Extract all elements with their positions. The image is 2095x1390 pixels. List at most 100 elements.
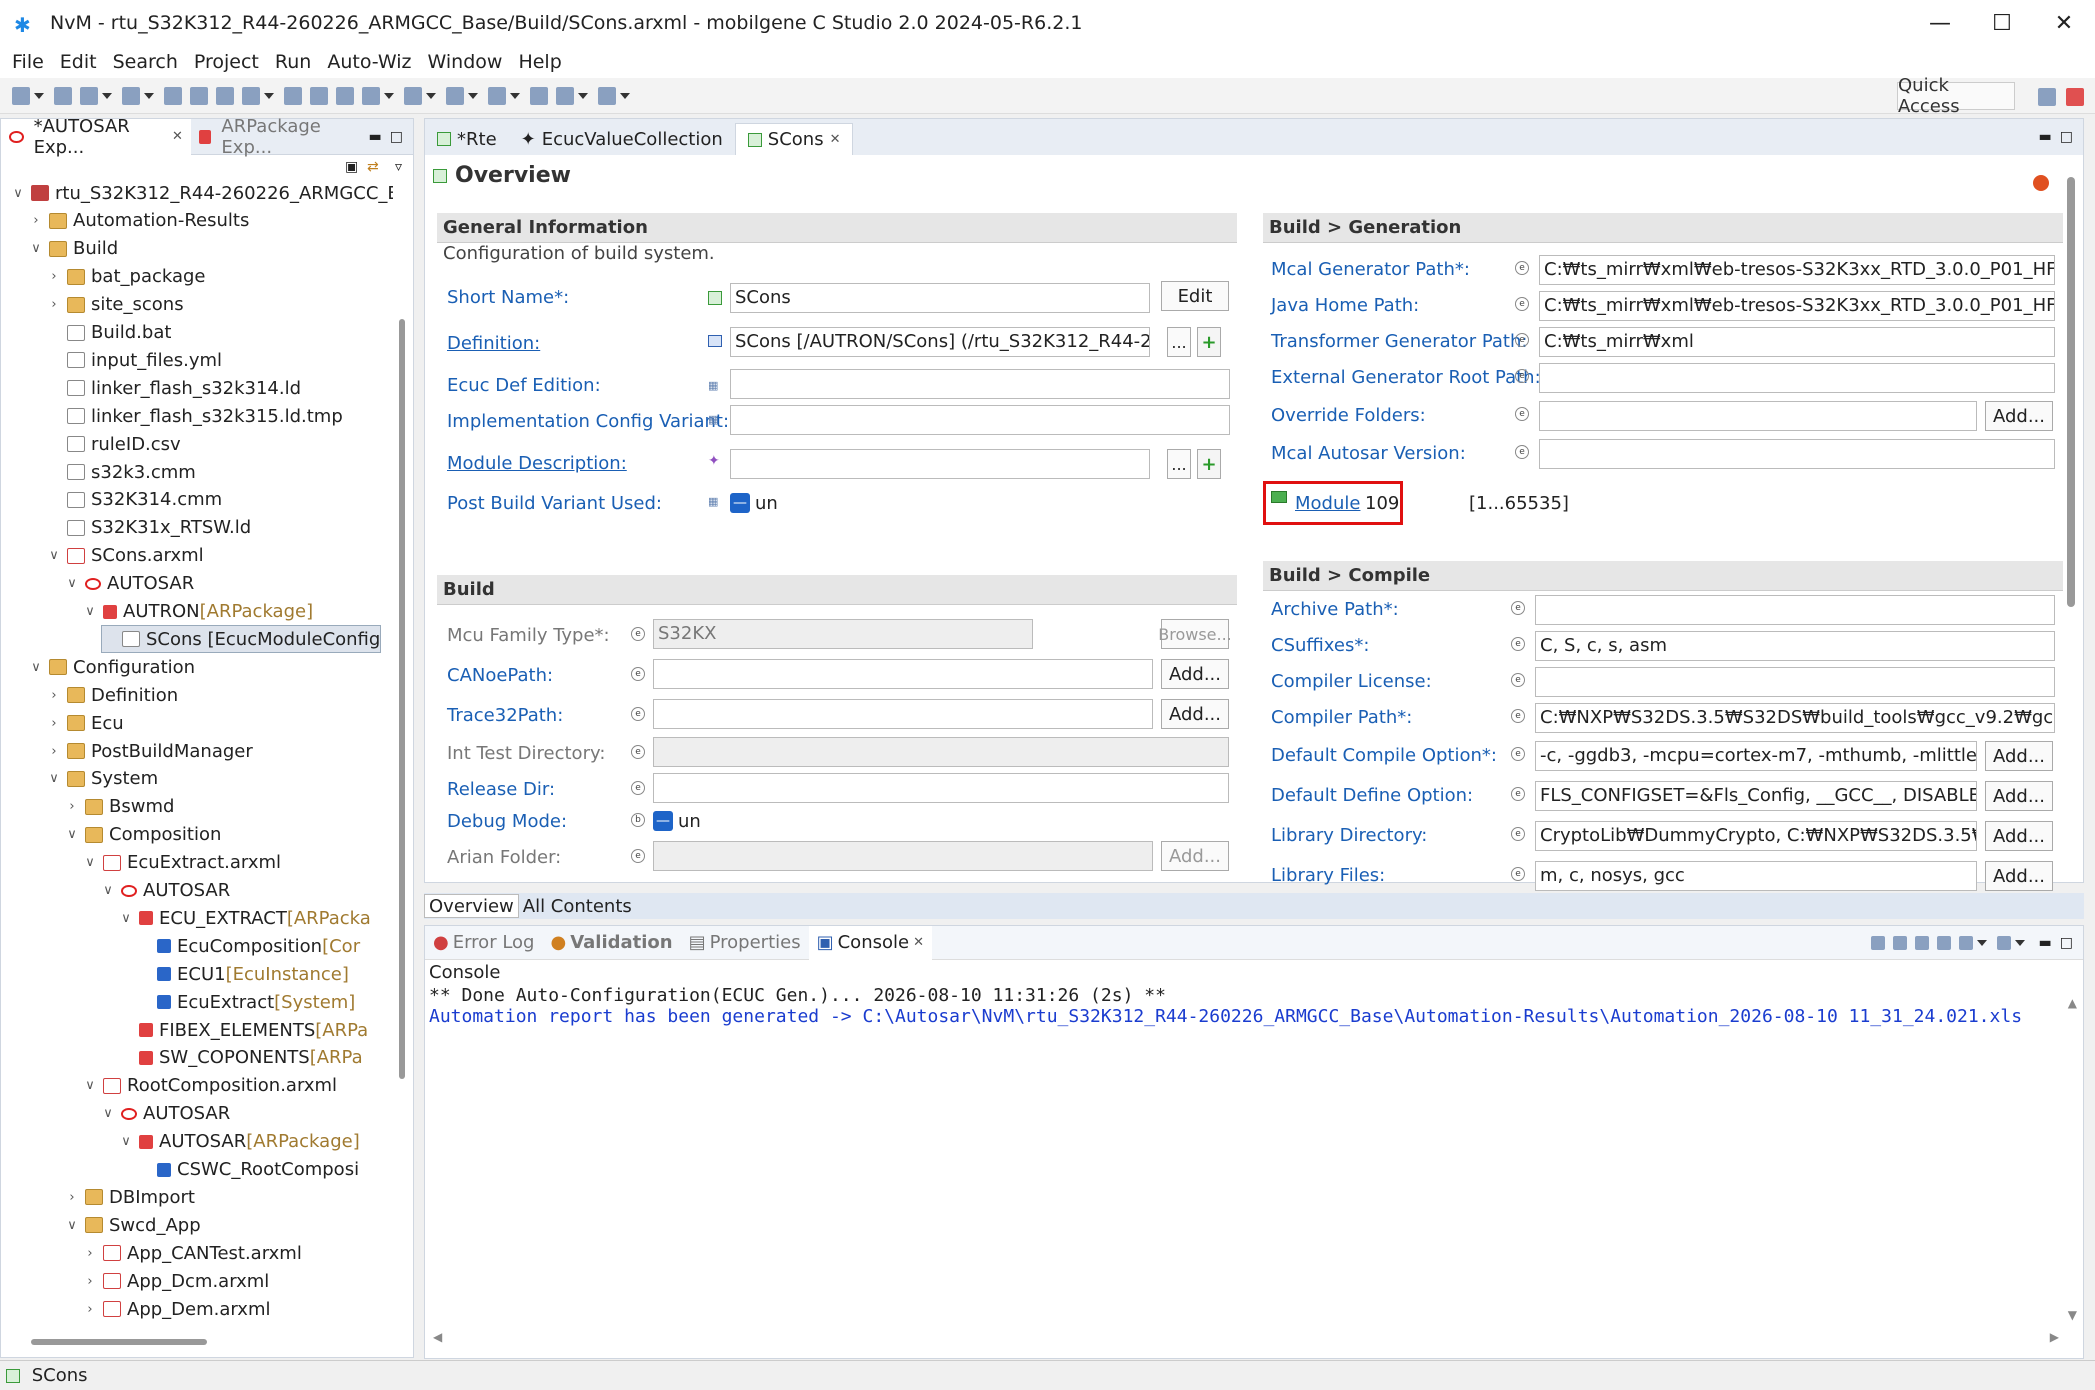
generation-field-input[interactable]: C:₩ts_mirr₩xml — [1539, 327, 2055, 357]
menu-edit[interactable]: Edit — [60, 51, 97, 73]
expanded-chevron-icon[interactable]: ∨ — [119, 911, 133, 926]
expanded-chevron-icon[interactable]: ∨ — [83, 1078, 97, 1093]
generation-field-input[interactable] — [1539, 439, 2055, 469]
trace32-path-field[interactable] — [653, 699, 1153, 729]
collapsed-chevron-icon[interactable]: › — [29, 213, 43, 228]
error-indicator-icon[interactable] — [2033, 175, 2049, 191]
tab-arpackage-explorer[interactable]: ARPackage Exp... — [191, 116, 369, 158]
collapsed-chevron-icon[interactable]: › — [47, 269, 61, 284]
panel-icon[interactable] — [310, 86, 328, 105]
wizard-icon[interactable] — [122, 86, 140, 105]
minimize-editor-icon[interactable]: ▬ — [2039, 129, 2052, 145]
open-console-dropdown-icon[interactable] — [2014, 939, 2025, 946]
collapsed-chevron-icon[interactable]: › — [47, 744, 61, 759]
collapsed-chevron-icon[interactable]: › — [83, 1246, 97, 1261]
tree-item[interactable]: ∨ RootComposition.arxml — [83, 1072, 337, 1100]
generate-icon[interactable] — [190, 86, 208, 105]
generation-field-input[interactable] — [1539, 401, 1977, 431]
back-icon[interactable] — [530, 86, 548, 105]
expanded-chevron-icon[interactable]: ∨ — [47, 771, 61, 786]
ecuc-def-edition-field[interactable] — [730, 369, 1230, 399]
tree-item[interactable]: SCons [EcucModuleConfig — [101, 625, 382, 654]
tree-vertical-scrollbar[interactable] — [399, 319, 405, 1079]
menu-file[interactable]: File — [12, 51, 44, 73]
pin-console-icon[interactable] — [1936, 935, 1951, 950]
mcu-browse-button[interactable]: Browse... — [1158, 619, 1232, 649]
expanded-chevron-icon[interactable]: ∨ — [29, 660, 43, 675]
collapsed-chevron-icon[interactable]: › — [65, 799, 79, 814]
build-dropdown-icon[interactable] — [102, 92, 112, 99]
tree-item[interactable]: › bat_package — [47, 263, 205, 291]
tab-all-contents[interactable]: All Contents — [519, 894, 636, 918]
tab-error-log[interactable]: ● Error Log — [425, 926, 542, 960]
autosar-perspective-icon[interactable] — [2066, 88, 2084, 106]
implementation-config-variant-select[interactable] — [730, 405, 1230, 435]
collapsed-chevron-icon[interactable]: › — [47, 688, 61, 703]
override-folders-add-button[interactable]: Add... — [1985, 401, 2053, 431]
tree-item[interactable]: ∨ AUTRON [ARPackage] — [83, 598, 313, 626]
tree-item[interactable]: s32k3.cmm — [47, 458, 196, 486]
quick-access-field[interactable]: Quick Access — [1897, 75, 2015, 117]
forward-icon[interactable] — [598, 86, 616, 105]
tree-item[interactable]: FIBEX_ELEMENTS [ARPa — [119, 1016, 368, 1044]
tab-properties[interactable]: ▤ Properties — [681, 926, 809, 960]
prev-annotation-dropdown-icon[interactable] — [510, 92, 520, 99]
close-icon[interactable]: ✕ — [913, 935, 924, 950]
minimize-console-icon[interactable]: ▬ — [2039, 935, 2052, 951]
tree-item[interactable]: S32K314.cmm — [47, 486, 222, 514]
tree-item[interactable]: › App_Dcm.arxml — [83, 1267, 269, 1295]
definition-add-button[interactable]: + — [1197, 327, 1221, 357]
link-with-editor-icon[interactable]: ⇄ — [367, 159, 379, 175]
menu-run[interactable]: Run — [275, 51, 311, 73]
tree-item[interactable]: EcuComposition [Cor — [137, 932, 360, 960]
open-console-icon[interactable] — [1996, 935, 2011, 950]
maximize-editor-icon[interactable]: □ — [2060, 129, 2073, 145]
tree-item[interactable]: ∨ AUTOSAR — [101, 1100, 230, 1128]
expanded-chevron-icon[interactable]: ∨ — [101, 883, 115, 898]
tab-autosar-explorer[interactable]: *AUTOSAR Exp... ✕ — [1, 116, 191, 158]
menu-help[interactable]: Help — [518, 51, 561, 73]
tree-horizontal-scrollbar[interactable] — [31, 1339, 207, 1345]
tree-item[interactable]: ∨ AUTOSAR — [101, 877, 230, 905]
expanded-chevron-icon[interactable]: ∨ — [47, 548, 61, 563]
editor-vertical-scrollbar[interactable] — [2067, 177, 2075, 607]
compile-field-input[interactable]: FLS_CONFIGSET=&Fls_Config, __GCC__, DISA… — [1535, 781, 1977, 811]
compile-add-button[interactable]: Add... — [1985, 741, 2053, 771]
module-link[interactable]: Module — [1295, 493, 1360, 514]
run-dropdown-icon[interactable] — [384, 92, 394, 99]
tree-item[interactable]: ∨ Configuration — [29, 653, 195, 681]
minimize-view-icon[interactable]: ▬ — [369, 129, 382, 145]
tree-item[interactable]: S32K31x_RTSW.ld — [47, 514, 251, 542]
terminal-icon[interactable] — [164, 86, 182, 105]
expanded-chevron-icon[interactable]: ∨ — [65, 827, 79, 842]
tree-item[interactable]: › Ecu — [47, 709, 123, 737]
module-description-field[interactable] — [730, 449, 1150, 479]
close-button[interactable]: ✕ — [2033, 0, 2095, 46]
expanded-chevron-icon[interactable]: ∨ — [11, 186, 25, 201]
tree-item[interactable]: CSWC_RootComposi — [137, 1156, 359, 1184]
wizard-dropdown-icon[interactable] — [144, 92, 154, 99]
forward-dropdown-icon[interactable] — [620, 92, 630, 99]
prev-annotation-icon[interactable] — [488, 86, 506, 105]
tree-item[interactable]: ∨ AUTOSAR [ARPackage] — [119, 1128, 359, 1156]
build-icon[interactable] — [80, 86, 98, 105]
definition-browse-button[interactable]: ... — [1167, 327, 1191, 357]
clear-console-icon[interactable] — [1870, 935, 1885, 950]
compile-add-button[interactable]: Add... — [1985, 861, 2053, 891]
run-icon[interactable] — [362, 86, 380, 105]
tab-scons[interactable]: SCons ✕ — [734, 123, 854, 155]
expanded-chevron-icon[interactable]: ∨ — [65, 1218, 79, 1233]
compile-field-input[interactable]: C:₩NXP₩S32DS.3.5₩S32DS₩build_tools₩gcc_v… — [1535, 703, 2055, 733]
maximize-button[interactable]: ☐ — [1971, 0, 2033, 46]
tab-rte[interactable]: *Rte — [425, 123, 509, 155]
tree-item[interactable]: ruleID.csv — [47, 430, 181, 458]
collapsed-chevron-icon[interactable]: › — [83, 1302, 97, 1317]
tree-item[interactable]: › App_Dem.arxml — [83, 1295, 270, 1320]
import-icon[interactable] — [242, 86, 260, 105]
scroll-lock-icon[interactable] — [1892, 935, 1907, 950]
generation-field-input[interactable]: C:₩ts_mirr₩xml₩eb-tresos-S32K3xx_RTD_3.0… — [1539, 291, 2055, 321]
collapse-all-icon[interactable]: ▣ — [345, 159, 358, 175]
maximize-console-icon[interactable]: □ — [2060, 935, 2073, 951]
expanded-chevron-icon[interactable]: ∨ — [119, 1134, 133, 1149]
tree-item[interactable]: ∨ rtu_S32K312_R44-260226_ARMGCC_Base — [11, 179, 393, 207]
